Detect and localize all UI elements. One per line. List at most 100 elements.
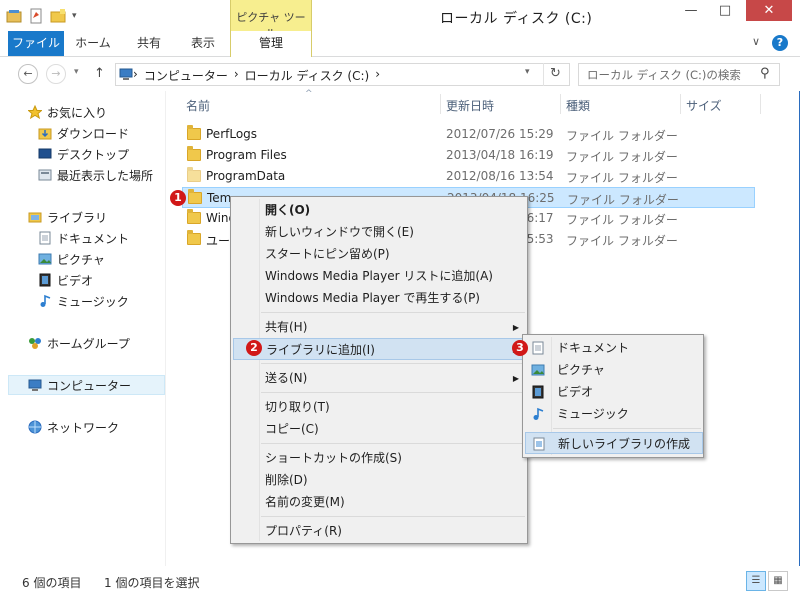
tab-view[interactable]: 表示 xyxy=(178,31,228,56)
menu-item-pin-start[interactable]: スタートにピン留め(P) xyxy=(233,243,525,265)
file-type: ファイル フォルダー xyxy=(566,234,678,248)
column-header-type[interactable]: 種類 xyxy=(566,97,590,117)
menu-item-add-to-library[interactable]: ライブラリに追加(I) xyxy=(233,338,525,360)
nav-favorites[interactable]: お気に入り xyxy=(28,102,107,122)
submenu-item-new-library[interactable]: 新しいライブラリの作成 xyxy=(525,432,703,454)
properties-icon[interactable] xyxy=(28,8,44,24)
customize-qat-icon[interactable]: ▾ xyxy=(72,8,88,24)
column-divider[interactable] xyxy=(680,94,681,114)
forward-button[interactable]: → xyxy=(46,64,66,84)
nav-downloads[interactable]: ダウンロード xyxy=(38,123,129,143)
download-folder-icon xyxy=(38,128,52,140)
address-dropdown-icon[interactable]: ▾ xyxy=(525,67,530,77)
menu-item-rename[interactable]: 名前の変更(M) xyxy=(233,491,525,513)
menu-item-copy[interactable]: コピー(C) xyxy=(233,418,525,440)
music-icon xyxy=(533,407,544,420)
file-row[interactable]: Program Files 2013/04/18 16:19 ファイル フォルダ… xyxy=(182,145,755,166)
crumb-separator[interactable]: › xyxy=(375,67,380,84)
submenu-label: ドキュメント xyxy=(557,341,630,355)
menu-item-send-to[interactable]: 送る(N) xyxy=(233,367,525,389)
submenu-item-documents[interactable]: ドキュメント xyxy=(525,337,703,359)
menu-item-open-new-window[interactable]: 新しいウィンドウで開く(E) xyxy=(233,221,525,243)
nav-lib-videos[interactable]: ビデオ xyxy=(38,270,93,290)
column-header-modified[interactable]: 更新日時 xyxy=(446,97,494,117)
close-button[interactable]: ✕ xyxy=(746,0,792,21)
submenu-item-music[interactable]: ミュージック xyxy=(525,403,703,425)
callout-badge-1: 1 xyxy=(170,190,186,206)
nav-recent-places[interactable]: 最近表示した場所 xyxy=(38,165,153,185)
file-row[interactable]: PerfLogs 2012/07/26 15:29 ファイル フォルダー xyxy=(182,124,755,145)
file-name: PerfLogs xyxy=(206,127,258,141)
crumb-local-disk[interactable]: ローカル ディスク (C:) xyxy=(245,67,370,84)
column-header-size[interactable]: サイズ xyxy=(686,97,722,117)
recent-locations-icon[interactable]: ▾ xyxy=(74,67,79,77)
menu-item-delete[interactable]: 削除(D) xyxy=(233,469,525,491)
tab-share[interactable]: 共有 xyxy=(124,31,174,56)
nav-lib-music[interactable]: ミュージック xyxy=(38,291,129,311)
nav-desktop[interactable]: デスクトップ xyxy=(38,144,129,164)
help-icon[interactable]: ? xyxy=(772,35,788,51)
refresh-button[interactable]: ↻ xyxy=(543,63,567,86)
nav-recent-label: 最近表示した場所 xyxy=(57,168,154,183)
column-divider[interactable] xyxy=(440,94,441,114)
crumb-separator[interactable]: › xyxy=(234,67,239,84)
file-date: 2013/04/18 16:19 xyxy=(446,148,554,162)
menu-separator xyxy=(261,516,525,517)
submenu-item-pictures[interactable]: ピクチャ xyxy=(525,359,703,381)
crumb-computer[interactable]: コンピューター xyxy=(144,67,228,84)
tab-manage[interactable]: 管理 xyxy=(230,31,312,57)
new-folder-icon[interactable] xyxy=(50,8,66,24)
video-icon xyxy=(39,273,51,287)
tab-file[interactable]: ファイル xyxy=(8,31,64,56)
nav-lib-documents[interactable]: ドキュメント xyxy=(38,228,129,248)
up-button[interactable]: ↑ xyxy=(94,66,105,81)
maximize-button[interactable]: □ xyxy=(710,0,740,21)
column-divider[interactable] xyxy=(760,94,761,114)
callout-badge-3: 3 xyxy=(512,340,528,356)
search-icon[interactable]: ⚲ xyxy=(760,66,770,81)
desktop-icon xyxy=(38,148,52,159)
details-view-icon[interactable]: ☰ xyxy=(746,571,766,591)
library-submenu: ドキュメント ピクチャ ビデオ ミュージック 新しいライブラリの作成 xyxy=(522,334,704,458)
submenu-item-videos[interactable]: ビデオ xyxy=(525,381,703,403)
tab-home[interactable]: ホーム xyxy=(68,31,118,56)
file-name: Tem xyxy=(207,191,232,205)
file-row[interactable]: ProgramData 2012/08/16 13:54 ファイル フォルダー xyxy=(182,166,755,187)
nav-lib-pictures[interactable]: ピクチャ xyxy=(38,249,105,269)
nav-homegroup[interactable]: ホームグループ xyxy=(28,333,130,353)
minimize-button[interactable]: — xyxy=(676,0,706,21)
column-divider[interactable] xyxy=(560,94,561,114)
video-icon xyxy=(532,385,544,399)
explorer-icon[interactable] xyxy=(6,8,22,24)
callout-badge-2: 2 xyxy=(246,340,262,356)
back-button[interactable]: ← xyxy=(18,64,38,84)
menu-item-open[interactable]: 開く(O) xyxy=(233,199,525,221)
folder-icon xyxy=(188,189,202,204)
menu-item-properties[interactable]: プロパティ(R) xyxy=(233,520,525,542)
file-name: ProgramData xyxy=(206,169,286,183)
ribbon-expand-icon[interactable]: ∨ xyxy=(752,35,760,48)
computer-icon xyxy=(28,379,42,391)
folder-icon xyxy=(187,209,201,224)
nav-computer-label: コンピューター xyxy=(47,378,132,393)
nav-libraries[interactable]: ライブラリ xyxy=(28,207,107,227)
nav-network[interactable]: ネットワーク xyxy=(28,417,119,437)
homegroup-icon xyxy=(29,338,41,349)
menu-item-share[interactable]: 共有(H) xyxy=(233,316,525,338)
menu-item-create-shortcut[interactable]: ショートカットの作成(S) xyxy=(233,447,525,469)
crumb-separator[interactable]: › xyxy=(133,67,138,84)
menu-item-cut[interactable]: 切り取り(T) xyxy=(233,396,525,418)
nav-computer[interactable]: コンピューター xyxy=(8,375,165,395)
large-icons-view-icon[interactable]: ▦ xyxy=(768,571,788,591)
picture-icon xyxy=(531,364,545,376)
libraries-icon xyxy=(28,212,42,223)
menu-item-wmp-add-list[interactable]: Windows Media Player リストに追加(A) xyxy=(233,265,525,287)
folder-icon xyxy=(187,167,201,182)
menu-item-wmp-play[interactable]: Windows Media Player で再生する(P) xyxy=(233,287,525,309)
quick-access-toolbar: ▾ xyxy=(6,6,88,26)
column-header-name[interactable]: 名前 xyxy=(186,97,210,117)
star-icon xyxy=(28,105,42,119)
file-type: ファイル フォルダー xyxy=(566,150,678,164)
submenu-arrow-icon: ▶ xyxy=(512,323,519,332)
music-icon xyxy=(40,294,51,307)
